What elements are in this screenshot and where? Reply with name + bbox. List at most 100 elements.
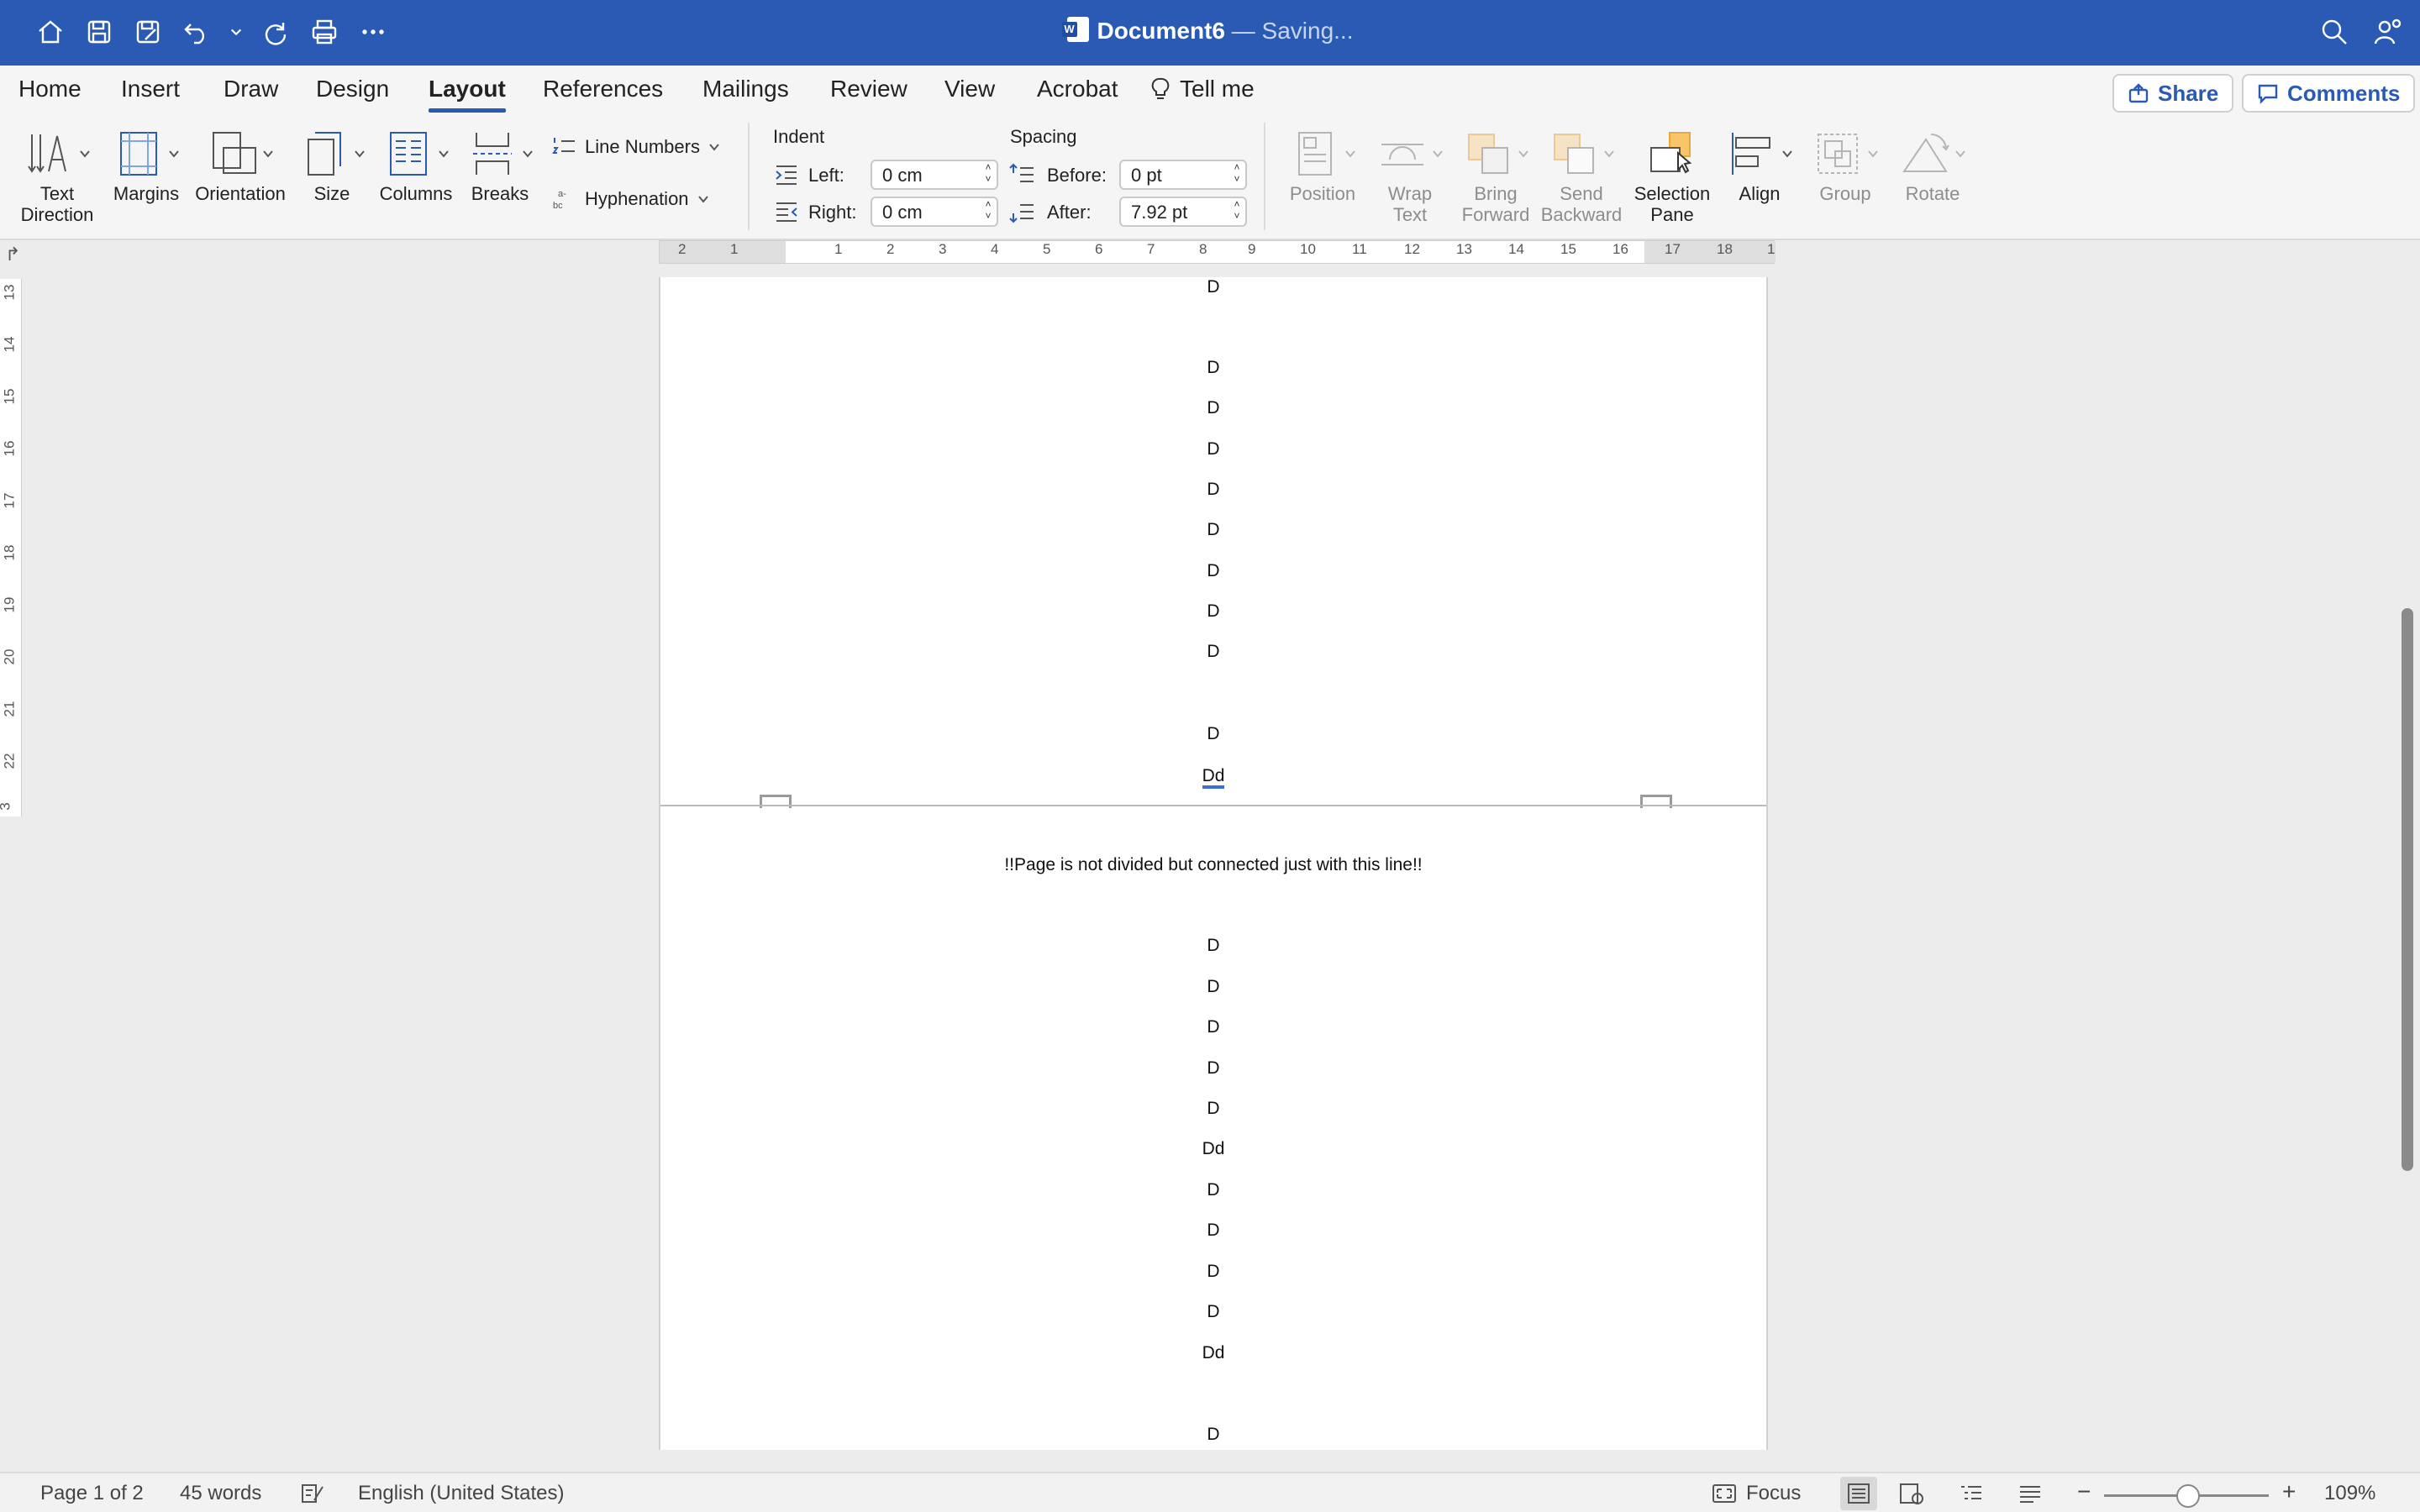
- print-layout-view-icon[interactable]: [1840, 1477, 1877, 1510]
- paragraph[interactable]: D: [660, 480, 1766, 500]
- tab-mailings[interactable]: Mailings: [702, 76, 789, 102]
- margins-button[interactable]: Margins: [104, 124, 188, 204]
- document-page[interactable]: D D D D D D D D D D Dd !!Page is not div…: [659, 277, 1768, 1450]
- zoom-slider-thumb[interactable]: [2176, 1484, 2200, 1508]
- paragraph[interactable]: Dd: [660, 766, 1766, 789]
- paragraph[interactable]: D: [660, 601, 1766, 622]
- indent-right-field[interactable]: 0 cm: [871, 197, 998, 227]
- tab-tell-me[interactable]: Tell me: [1150, 76, 1255, 102]
- paragraph[interactable]: D: [660, 1221, 1766, 1241]
- paragraph[interactable]: D: [660, 1180, 1766, 1200]
- ruler-number: 8: [1199, 241, 1207, 257]
- ribbon-separator: [1264, 123, 1265, 230]
- scrollbar-thumb[interactable]: [2402, 608, 2413, 1171]
- focus-icon: [1712, 1484, 1736, 1503]
- page-boundary-line: [660, 805, 1766, 806]
- rotate-button[interactable]: Rotate: [1891, 124, 1975, 204]
- share-button[interactable]: Share: [2112, 74, 2234, 113]
- ruler-number: 17: [1665, 241, 1681, 257]
- paragraph[interactable]: D: [660, 1058, 1766, 1079]
- wrap-text-label-1: Wrap: [1387, 183, 1433, 204]
- horizontal-ruler[interactable]: 2 1 1 2 3 4 5 6 7 8 9 10 11 12 13 14 15 …: [659, 240, 1776, 264]
- paragraph[interactable]: D: [660, 561, 1766, 581]
- paragraph[interactable]: D: [660, 358, 1766, 378]
- zoom-out-button[interactable]: −: [2077, 1478, 2091, 1505]
- zoom-in-button[interactable]: +: [2282, 1478, 2296, 1505]
- tab-review[interactable]: Review: [830, 76, 908, 102]
- ruler-number: 12: [1404, 241, 1420, 257]
- ruler-number: 3: [0, 802, 14, 810]
- page-count[interactable]: Page 1 of 2: [40, 1482, 144, 1505]
- indent-right-icon: [773, 198, 800, 225]
- ruler-number: 3: [939, 241, 947, 257]
- paragraph[interactable]: D: [660, 1017, 1766, 1037]
- paragraph[interactable]: D: [660, 520, 1766, 540]
- wrap-text-button[interactable]: Wrap Text: [1370, 124, 1450, 225]
- indent-left-stepper[interactable]: ˄ ˅: [981, 161, 995, 185]
- spacing-after-field[interactable]: 7.92 pt: [1119, 197, 1247, 227]
- paragraph[interactable]: Dd: [660, 1343, 1766, 1363]
- indent-right-stepper[interactable]: ˄ ˅: [981, 198, 995, 222]
- word-count[interactable]: 45 words: [180, 1482, 261, 1505]
- rotate-label: Rotate: [1905, 183, 1960, 204]
- vertical-ruler[interactable]: 13 14 15 16 17 18 19 20 21 22 3: [0, 279, 22, 816]
- spelling-underline[interactable]: Dd: [1202, 766, 1225, 789]
- search-icon[interactable]: [2319, 17, 2349, 51]
- tab-layout[interactable]: Layout: [429, 76, 506, 113]
- paragraph[interactable]: D: [660, 1262, 1766, 1282]
- size-button[interactable]: Size: [296, 124, 368, 204]
- send-backward-button[interactable]: Send Backward: [1538, 124, 1625, 225]
- tab-references[interactable]: References: [543, 76, 663, 102]
- tab-draw[interactable]: Draw: [224, 76, 278, 102]
- vertical-scrollbar[interactable]: [2400, 277, 2415, 1450]
- paragraph[interactable]: D: [660, 724, 1766, 744]
- ruler-tab-selector[interactable]: ↱: [5, 244, 20, 265]
- spacing-after-stepper[interactable]: ˄ ˅: [1230, 198, 1244, 222]
- tab-home[interactable]: Home: [18, 76, 82, 102]
- tab-insert[interactable]: Insert: [121, 76, 180, 102]
- note-paragraph[interactable]: !!Page is not divided but connected just…: [660, 855, 1766, 875]
- web-layout-view-icon[interactable]: [1897, 1482, 1924, 1505]
- zoom-level[interactable]: 109%: [2324, 1482, 2375, 1505]
- paragraph[interactable]: D: [660, 977, 1766, 997]
- paragraph[interactable]: D: [660, 936, 1766, 956]
- paragraph[interactable]: D: [660, 277, 1766, 297]
- focus-button[interactable]: Focus: [1711, 1482, 1801, 1505]
- chevron-down-icon: [439, 150, 449, 158]
- text-direction-button[interactable]: Text Direction: [15, 124, 99, 225]
- indent-left-field[interactable]: 0 cm: [871, 160, 998, 190]
- breaks-button[interactable]: Breaks: [462, 124, 538, 204]
- draft-view-icon[interactable]: [2017, 1482, 2044, 1505]
- hyphenation-button[interactable]: a-bc Hyphenation: [551, 186, 709, 212]
- align-button[interactable]: Align: [1719, 124, 1800, 204]
- paragraph[interactable]: D: [660, 439, 1766, 459]
- ruler-number: 15: [1, 388, 18, 405]
- account-icon[interactable]: [2373, 17, 2403, 51]
- chevron-down-icon: [523, 150, 533, 158]
- comments-button[interactable]: Comments: [2242, 74, 2416, 113]
- line-numbers-label: Line Numbers: [585, 136, 700, 157]
- selection-pane-button[interactable]: Selection Pane: [1632, 124, 1712, 225]
- line-numbers-button[interactable]: Line Numbers: [551, 134, 720, 160]
- orientation-button[interactable]: Orientation: [190, 124, 291, 204]
- tab-design[interactable]: Design: [316, 76, 389, 102]
- tab-acrobat[interactable]: Acrobat: [1037, 76, 1118, 102]
- spacing-before-field[interactable]: 0 pt: [1119, 160, 1247, 190]
- paragraph[interactable]: D: [660, 642, 1766, 662]
- group-button[interactable]: Group: [1805, 124, 1886, 204]
- proofing-icon[interactable]: [299, 1482, 326, 1505]
- paragraph[interactable]: D: [660, 1425, 1766, 1445]
- bring-forward-button[interactable]: Bring Forward: [1454, 124, 1538, 225]
- outline-view-icon[interactable]: [1958, 1482, 1985, 1505]
- paragraph[interactable]: D: [660, 1302, 1766, 1322]
- paragraph[interactable]: D: [660, 398, 1766, 418]
- tab-view[interactable]: View: [944, 76, 995, 102]
- spacing-before-stepper[interactable]: ˄ ˅: [1230, 161, 1244, 185]
- chevron-down-icon: [80, 150, 90, 158]
- columns-button[interactable]: Columns: [376, 124, 455, 204]
- language-indicator[interactable]: English (United States): [358, 1482, 564, 1505]
- position-button[interactable]: Position: [1282, 124, 1363, 204]
- paragraph[interactable]: Dd: [660, 1139, 1766, 1159]
- paragraph[interactable]: D: [660, 1099, 1766, 1119]
- document-canvas[interactable]: D D D D D D D D D D Dd !!Page is not div…: [37, 277, 2396, 1450]
